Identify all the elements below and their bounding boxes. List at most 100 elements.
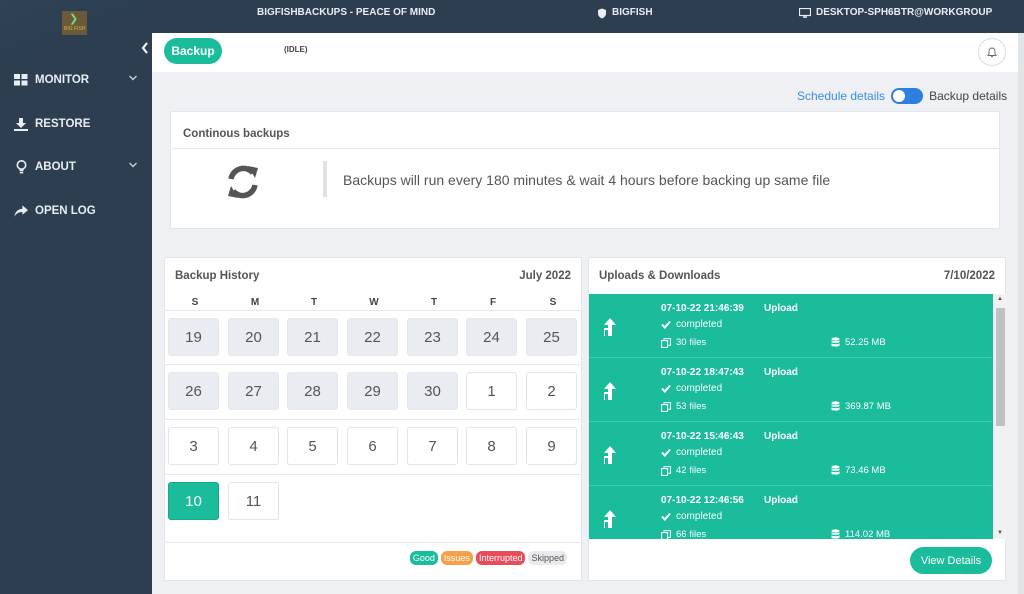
calendar-day[interactable]: 3 (168, 427, 219, 465)
details-toggle-row: Schedule details Backup details (797, 88, 1007, 104)
calendar-day[interactable]: 19 (168, 318, 219, 356)
card-title: Backup History (175, 270, 260, 282)
card-title: Continous backups (183, 128, 290, 140)
calendar-day[interactable]: 2 (526, 372, 577, 410)
weekday-header: S (549, 297, 557, 308)
transfer-status: completed (661, 319, 722, 330)
divider (165, 364, 583, 365)
chevron-down-icon (129, 75, 137, 81)
notifications-button[interactable] (978, 38, 1006, 66)
weekday-header: W (369, 297, 379, 308)
toggle-knob (893, 90, 906, 102)
sidebar-item-open-log[interactable]: OPEN LOG (14, 201, 138, 221)
status-text: completed (676, 447, 723, 458)
app-title: BIGFISHBACKUPS - PEACE OF MIND (257, 0, 435, 26)
copy-files-icon (661, 529, 671, 539)
header-bar: Backup (IDLE) (152, 33, 1018, 72)
database-icon (831, 465, 840, 475)
backup-tab-button[interactable]: Backup (164, 38, 222, 64)
view-details-button[interactable]: View Details (910, 547, 992, 574)
schedule-details-link[interactable]: Schedule details (797, 89, 885, 103)
sidebar-item-restore[interactable]: RESTORE (14, 114, 138, 134)
monitor-icon (799, 8, 811, 18)
calendar-day[interactable]: 29 (347, 372, 398, 410)
file-count-text: 42 files (676, 465, 707, 476)
divider (165, 542, 583, 543)
transfer-status: completed (661, 511, 722, 522)
transfer-timestamp: 07-10-22 15:46:43 (661, 431, 744, 442)
status-text: completed (676, 511, 723, 522)
calendar-day[interactable]: 21 (287, 318, 338, 356)
calendar-day[interactable]: 1 (466, 372, 517, 410)
calendar-day[interactable]: 7 (407, 427, 458, 465)
calendar-day[interactable]: 24 (466, 318, 517, 356)
transfer-size: 369.87 MB (831, 401, 891, 412)
share-arrow-icon (14, 204, 28, 218)
upload-arrow-icon (604, 510, 616, 528)
transfer-item[interactable]: 07-10-22 18:47:43 Upload completed 53 files… (589, 358, 993, 422)
status-legend: Good Issues Interrupted Skipped (409, 551, 567, 565)
transfer-status: completed (661, 383, 722, 394)
calendar-day[interactable]: 28 (287, 372, 338, 410)
check-icon (661, 512, 671, 521)
file-count: 53 files (661, 401, 706, 412)
app-title-text: BIGFISHBACKUPS - PEACE OF MIND (257, 7, 436, 18)
status-text: completed (676, 319, 723, 330)
calendar-day-today[interactable]: 10 (168, 482, 219, 520)
uploads-downloads-card: Uploads & Downloads 7/10/2022 07-10-22 2… (588, 257, 1007, 581)
copy-files-icon (661, 401, 671, 412)
schedule-message: Backups will run every 180 minutes & wai… (343, 172, 831, 188)
transfer-direction: Upload (764, 303, 798, 314)
calendar-day[interactable]: 30 (407, 372, 458, 410)
card-header: Backup History July 2022 (165, 258, 581, 294)
chevron-down-icon (129, 162, 137, 168)
sidebar-item-label: RESTORE (35, 118, 91, 130)
collapse-sidebar-button[interactable] (140, 41, 152, 57)
upload-arrow-icon (604, 446, 616, 464)
sidebar-item-label: MONITOR (35, 74, 90, 86)
file-count-text: 30 files (676, 337, 707, 348)
weekday-header: F (489, 297, 497, 308)
calendar-day[interactable]: 20 (228, 318, 279, 356)
sync-icon (228, 165, 258, 199)
calendar-day[interactable]: 25 (526, 318, 577, 356)
calendar-day[interactable]: 4 (228, 427, 279, 465)
calendar-day[interactable]: 5 (287, 427, 338, 465)
shield-icon (598, 8, 606, 18)
scroll-thumb[interactable] (996, 308, 1005, 426)
chevron-left-icon (141, 42, 148, 54)
transfer-item[interactable]: 07-10-22 21:46:39 Upload completed 30 files… (589, 294, 993, 358)
page-scrollbar[interactable] (1018, 33, 1024, 594)
transfer-list[interactable]: 07-10-22 21:46:39 Upload completed 30 files… (589, 294, 993, 539)
size-text: 73.46 MB (845, 465, 886, 476)
calendar-day[interactable]: 11 (228, 482, 279, 520)
file-count: 42 files (661, 465, 706, 476)
calendar-day[interactable]: 26 (168, 372, 219, 410)
main-content: Backup (IDLE) Schedule details Backup de… (152, 33, 1024, 594)
details-toggle-switch[interactable] (891, 88, 924, 104)
transfer-size: 52.25 MB (831, 337, 886, 348)
scroll-up-icon[interactable]: ▲ (997, 296, 1003, 302)
transfer-size: 73.46 MB (831, 465, 886, 476)
calendar-day[interactable]: 27 (228, 372, 279, 410)
app-logo: ❯ BIG FISH (62, 11, 87, 35)
transfer-size: 114.02 MB (831, 529, 890, 539)
calendar-day[interactable]: 9 (526, 427, 577, 465)
database-icon (831, 529, 840, 539)
calendar-day[interactable]: 6 (347, 427, 398, 465)
database-icon (831, 401, 840, 411)
transfer-list-scrollbar[interactable]: ▲ ▼ (993, 294, 1007, 539)
weekday-header: S (191, 297, 199, 308)
sidebar-item-about[interactable]: ABOUT (14, 157, 138, 177)
sidebar: MONITOR RESTORE ABOUT OPEN LOG (0, 0, 152, 594)
calendar-day[interactable]: 22 (347, 318, 398, 356)
sidebar-item-monitor[interactable]: MONITOR (14, 70, 138, 90)
file-count: 30 files (661, 337, 706, 348)
transfer-item[interactable]: 07-10-22 12:46:56 Upload completed 66 files… (589, 486, 993, 539)
transfer-item[interactable]: 07-10-22 15:46:43 Upload completed 42 files… (589, 422, 993, 486)
calendar-day[interactable]: 8 (466, 427, 517, 465)
divider (165, 310, 583, 311)
scroll-down-icon[interactable]: ▼ (997, 530, 1003, 536)
calendar-day[interactable]: 23 (407, 318, 458, 356)
divider (165, 474, 583, 475)
